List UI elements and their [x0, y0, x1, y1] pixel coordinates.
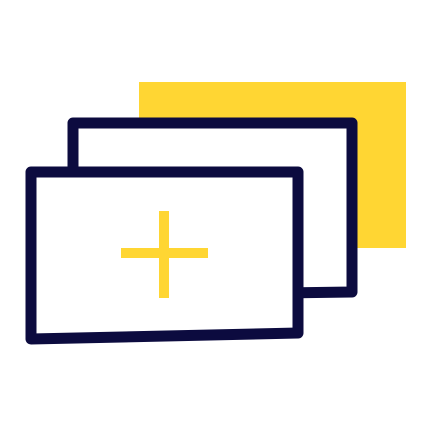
- plus-horizontal-bar: [121, 248, 208, 258]
- add-card-stack-icon: [25, 82, 406, 345]
- icon-canvas: [0, 0, 432, 432]
